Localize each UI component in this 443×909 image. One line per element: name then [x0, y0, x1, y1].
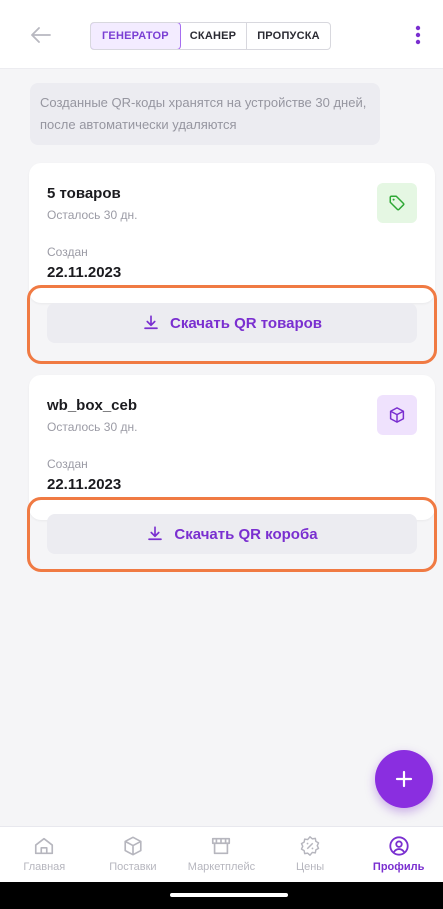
download-label: Скачать QR короба	[174, 525, 318, 543]
add-qr-button[interactable]	[375, 750, 433, 808]
card-remaining: Осталось 30 дн.	[47, 420, 138, 434]
nav-item-supplies[interactable]: Поставки	[89, 827, 178, 883]
top-bar: ГЕНЕРАТОР СКАНЕР ПРОПУСКА	[0, 0, 443, 69]
card-remaining: Осталось 30 дн.	[47, 208, 138, 222]
more-vertical-icon	[415, 25, 421, 45]
download-qr-box-button[interactable]: Скачать QR короба	[47, 514, 417, 554]
card-created-date: 22.11.2023	[47, 264, 122, 281]
bottom-nav: Главная Поставки Маркетплейс Цены Профил…	[0, 826, 443, 883]
nav-item-profile[interactable]: Профиль	[354, 827, 443, 883]
download-icon	[148, 526, 163, 541]
home-icon	[35, 837, 54, 855]
card-title: wb_box_ceb	[47, 397, 138, 414]
nav-item-prices[interactable]: Цены	[266, 827, 355, 883]
storage-info-banner: Созданные QR-коды хранятся на устройстве…	[30, 83, 380, 145]
storage-info-text: Созданные QR-коды хранятся на устройстве…	[40, 95, 367, 132]
nav-label: Цены	[295, 861, 325, 873]
nav-label: Главная	[23, 861, 66, 873]
nav-item-marketplace[interactable]: Маркетплейс	[177, 827, 266, 883]
nav-label: Поставки	[109, 861, 157, 873]
app-screen: ГЕНЕРАТОР СКАНЕР ПРОПУСКА Созданные QR-к…	[0, 0, 443, 909]
discount-icon	[300, 836, 320, 856]
tag-icon	[389, 195, 405, 211]
box-badge	[377, 395, 417, 435]
download-icon	[144, 315, 158, 330]
system-navigation-bar	[0, 882, 443, 909]
mode-tabs: ГЕНЕРАТОР СКАНЕР ПРОПУСКА	[90, 22, 331, 50]
tag-badge	[377, 183, 417, 223]
store-icon	[212, 837, 231, 855]
back-button[interactable]	[26, 20, 56, 50]
home-indicator[interactable]	[170, 893, 288, 897]
package-icon	[124, 836, 142, 856]
tab-generator[interactable]: ГЕНЕРАТОР	[90, 23, 181, 49]
plus-icon	[395, 770, 413, 788]
arrow-left-icon	[31, 27, 51, 43]
nav-label: Маркетплейс	[187, 861, 256, 873]
tab-scanner[interactable]: СКАНЕР	[180, 23, 248, 49]
card-created-label: Создан	[47, 245, 88, 259]
download-qr-goods-button[interactable]: Скачать QR товаров	[47, 303, 417, 343]
profile-icon	[389, 836, 409, 856]
card-created-date: 22.11.2023	[47, 476, 122, 493]
qr-card-box[interactable]: wb_box_ceb Осталось 30 дн. Создан 22.11.…	[29, 375, 435, 520]
box-icon	[389, 407, 405, 423]
more-menu-button[interactable]	[403, 20, 433, 50]
qr-card-goods[interactable]: 5 товаров Осталось 30 дн. Создан 22.11.2…	[29, 163, 435, 303]
card-created-label: Создан	[47, 457, 88, 471]
tab-passes[interactable]: ПРОПУСКА	[247, 23, 330, 49]
card-title: 5 товаров	[47, 185, 121, 202]
download-label: Скачать QR товаров	[170, 314, 322, 332]
nav-item-home[interactable]: Главная	[0, 827, 89, 883]
nav-label: Профиль	[372, 861, 425, 873]
